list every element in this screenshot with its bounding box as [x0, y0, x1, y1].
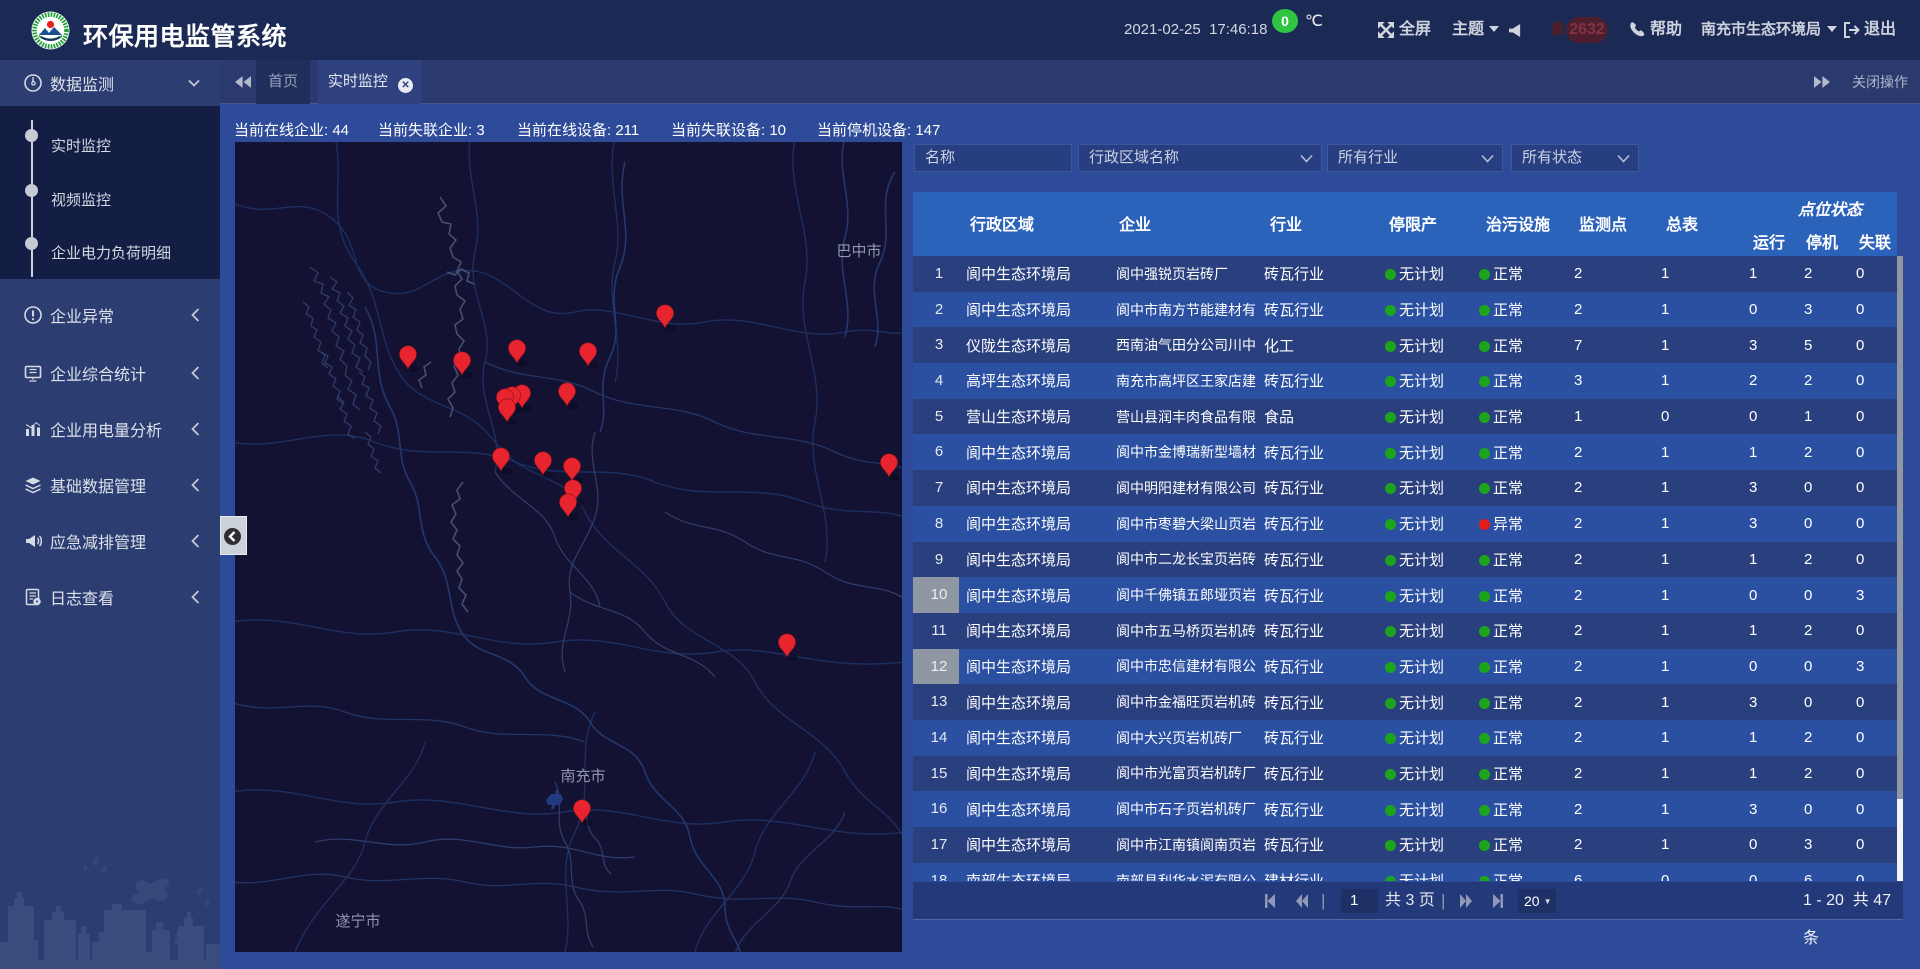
svg-text:遂宁市: 遂宁市	[335, 913, 380, 930]
svg-text:南充市: 南充市	[560, 768, 605, 785]
svg-text:巴中市: 巴中市	[836, 243, 881, 260]
